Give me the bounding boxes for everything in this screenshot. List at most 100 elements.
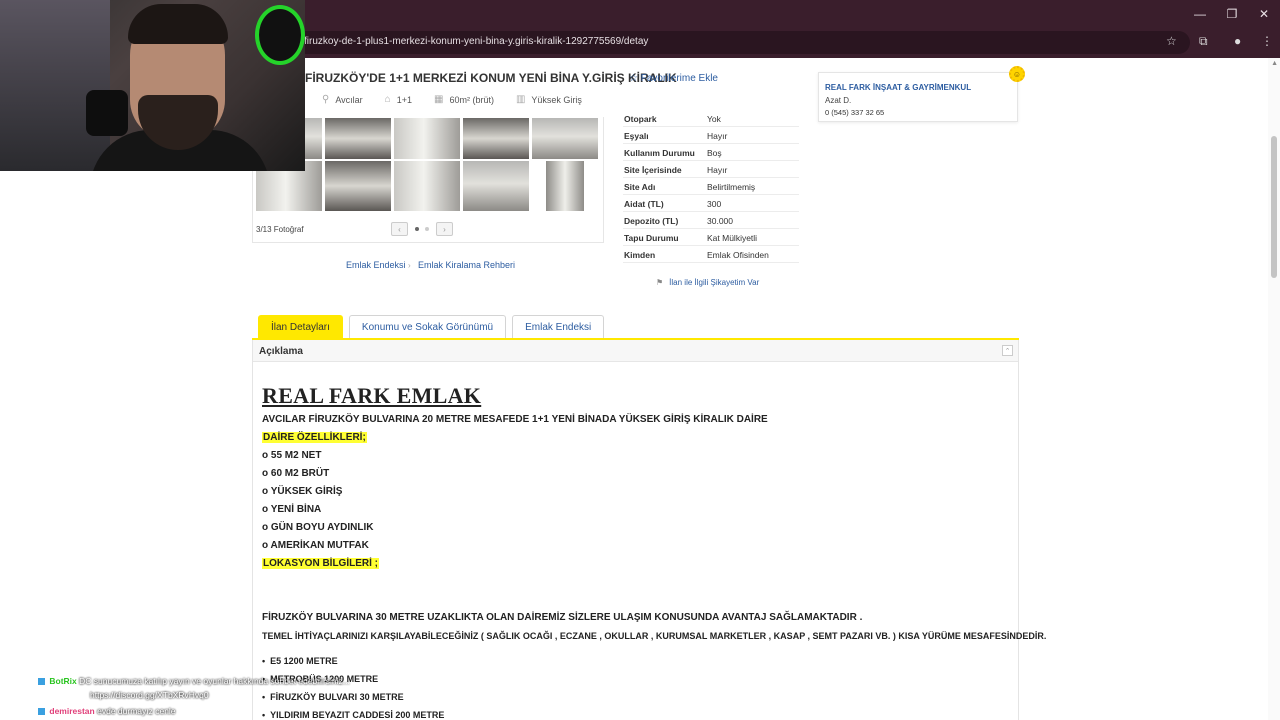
emlak-endeksi-link[interactable]: Emlak Endeksi <box>346 260 406 270</box>
detail-row: Aidat (TL) 300 <box>623 195 799 212</box>
detail-label: Eşyalı <box>624 131 649 141</box>
detail-value: Emlak Ofisinden <box>707 250 769 260</box>
detail-label: Kullanım Durumu <box>624 148 695 158</box>
tab-emlak-index[interactable]: Emlak Endeksi <box>512 315 605 339</box>
location-text: FİRUZKÖY BULVARINA 30 METRE UZAKLIKTA OL… <box>262 612 863 623</box>
meta-location-text: Avcılar <box>335 94 363 105</box>
feature-item: o AMERİKAN MUTFAK <box>262 540 369 551</box>
description-heading: Açıklama <box>259 346 303 357</box>
meta-area: ▦ 60m² (brüt) <box>434 94 494 105</box>
minimize-button[interactable]: — <box>1184 0 1216 27</box>
detail-value: Hayır <box>707 165 728 175</box>
listing-tabs: İlan Detayları Konumu ve Sokak Görünümü … <box>258 315 605 339</box>
complaint-label: İlan ile İlgili Şikayetim Var <box>669 278 760 287</box>
gallery-thumbnail[interactable] <box>394 161 460 211</box>
add-favorite-link[interactable]: ☆ Favorilerime Ekle <box>629 73 718 84</box>
listing-meta-row: ⚲ Avcılar ⌂ 1+1 ▦ 60m² (brüt) ▥ Yüksek G… <box>322 94 604 105</box>
location-title: LOKASYON BİLGİLERİ ; <box>262 558 379 569</box>
detail-value: Boş <box>707 148 722 158</box>
distance-text: FİRUZKÖY BULVARI 30 METRE <box>270 692 404 702</box>
distance-text: YILDIRIM BEYAZIT CADDESİ 200 METRE <box>270 710 445 720</box>
webcam-overlay <box>0 0 305 171</box>
close-window-button[interactable]: ✕ <box>1248 0 1280 27</box>
feature-item: o GÜN BOYU AYDINLIK <box>262 522 374 533</box>
gallery-thumbnail[interactable] <box>532 118 598 159</box>
more-menu-icon[interactable]: ⋮ <box>1261 34 1273 48</box>
collapse-button[interactable]: ⌃ <box>1002 345 1013 356</box>
description-brand-title: REAL FARK EMLAK <box>262 383 482 408</box>
flag-icon: ⚑ <box>656 278 664 287</box>
profile-icon[interactable]: ● <box>1234 34 1241 48</box>
chat-badge-icon <box>38 678 45 686</box>
gallery-thumbnail[interactable] <box>325 118 391 159</box>
detail-row: Tapu Durumu Kat Mülkiyetli <box>623 229 799 246</box>
webcam-background <box>0 0 110 171</box>
detail-value: Kat Mülkiyetli <box>707 233 758 243</box>
description-header: Açıklama ⌃ <box>253 340 1018 362</box>
detail-row: Site Adı Belirtilmemiş <box>623 178 799 195</box>
star-icon: ☆ <box>629 73 638 84</box>
gallery-page-dot-active[interactable] <box>415 227 419 231</box>
feature-item: o YENİ BİNA <box>262 504 322 515</box>
gallery-thumbnail[interactable] <box>463 118 529 159</box>
chat-text: evde durmayız cenle <box>97 706 176 716</box>
building-icon: ▥ <box>515 94 526 105</box>
agent-person: Azat D. <box>825 96 852 105</box>
feature-item: o YÜKSEK GİRİŞ <box>262 486 343 497</box>
detail-row: Site İçerisinde Hayır <box>623 161 799 178</box>
detail-label: Depozito (TL) <box>624 216 679 226</box>
gallery-thumbnail[interactable] <box>394 118 460 159</box>
needs-text: TEMEL İHTİYAÇLARINIZI KARŞILAYABİLECEĞİN… <box>262 631 1047 641</box>
meta-floor: ▥ Yüksek Giriş <box>516 94 582 105</box>
webcam-person-hair <box>128 4 228 44</box>
detail-row: Depozito (TL) 30.000 <box>623 212 799 229</box>
chat-message: https://discord.gg/XTbXRvHvq0 <box>90 690 209 700</box>
gallery-prev-button[interactable]: ‹ <box>391 222 408 236</box>
gallery-next-button[interactable]: › <box>436 222 453 236</box>
distance-item: • FİRUZKÖY BULVARI 30 METRE <box>262 692 404 702</box>
meta-floor-text: Yüksek Giriş <box>531 94 582 105</box>
distance-item: • E5 1200 METRE <box>262 656 338 666</box>
agent-card: REAL FARK İNŞAAT & GAYRİMENKUL Azat D. 0… <box>818 72 1018 122</box>
streamer-logo <box>255 5 305 65</box>
description-intro: AVCILAR FİRUZKÖY BULVARINA 20 METRE MESA… <box>262 414 768 425</box>
url-field[interactable]: firuzkoy-de-1-plus1-merkezi-konum-yeni-b… <box>290 31 1190 54</box>
extensions-icon[interactable]: ⧉ <box>1199 34 1208 49</box>
gallery-thumbnail[interactable] <box>463 161 529 211</box>
tab-location-streetview[interactable]: Konumu ve Sokak Görünümü <box>348 315 507 339</box>
detail-label: Tapu Durumu <box>624 233 679 243</box>
detail-value: Belirtilmemiş <box>707 182 756 192</box>
feature-item: o 55 M2 NET <box>262 450 322 461</box>
agent-name-link[interactable]: REAL FARK İNŞAAT & GAYRİMENKUL <box>825 83 971 92</box>
detail-value: 30.000 <box>707 216 733 226</box>
detail-label: Otopark <box>624 114 657 124</box>
listing-title: FİRUZKÖY'DE 1+1 MERKEZİ KONUM YENİ BİNA … <box>305 71 677 85</box>
detail-label: Site İçerisinde <box>624 165 682 175</box>
detail-row: Otopark Yok <box>623 110 799 127</box>
detail-label: Aidat (TL) <box>624 199 664 209</box>
detail-value: Yok <box>707 114 721 124</box>
meta-rooms: ⌂ 1+1 <box>385 94 412 105</box>
scroll-up-icon[interactable]: ▲ <box>1271 60 1278 67</box>
add-favorite-label: Favorilerime Ekle <box>640 73 718 84</box>
restore-button[interactable]: ❐ <box>1216 0 1248 27</box>
gallery-page-dot[interactable] <box>425 227 429 231</box>
photo-count: 3/13 Fotoğraf <box>256 225 304 234</box>
distance-item: • YILDIRIM BEYAZIT CADDESİ 200 METRE <box>262 710 445 720</box>
gallery-thumbnail[interactable] <box>546 161 584 211</box>
window-controls: — ❐ ✕ <box>1184 0 1280 27</box>
gallery-thumbnail[interactable] <box>325 161 391 211</box>
distance-text: E5 1200 METRE <box>270 656 338 666</box>
tab-listing-details[interactable]: İlan Detayları <box>258 315 343 339</box>
scrollbar-thumb[interactable] <box>1271 136 1277 278</box>
detail-label: Site Adı <box>624 182 656 192</box>
complaint-link[interactable]: ⚑ İlan ile İlgili Şikayetim Var <box>656 278 759 287</box>
rental-guide-link[interactable]: Emlak Kiralama Rehberi <box>418 260 515 270</box>
rooms-icon: ⌂ <box>384 94 391 105</box>
url-text: firuzkoy-de-1-plus1-merkezi-konum-yeni-b… <box>304 36 649 47</box>
bookmark-star-icon[interactable]: ☆ <box>1166 34 1177 48</box>
chat-badge-icon <box>38 708 45 716</box>
chat-text: DC sunucumuza katılıp yayın ve oyunlar h… <box>79 676 350 686</box>
location-pin-icon: ⚲ <box>322 94 330 105</box>
meta-location: ⚲ Avcılar <box>322 94 363 105</box>
